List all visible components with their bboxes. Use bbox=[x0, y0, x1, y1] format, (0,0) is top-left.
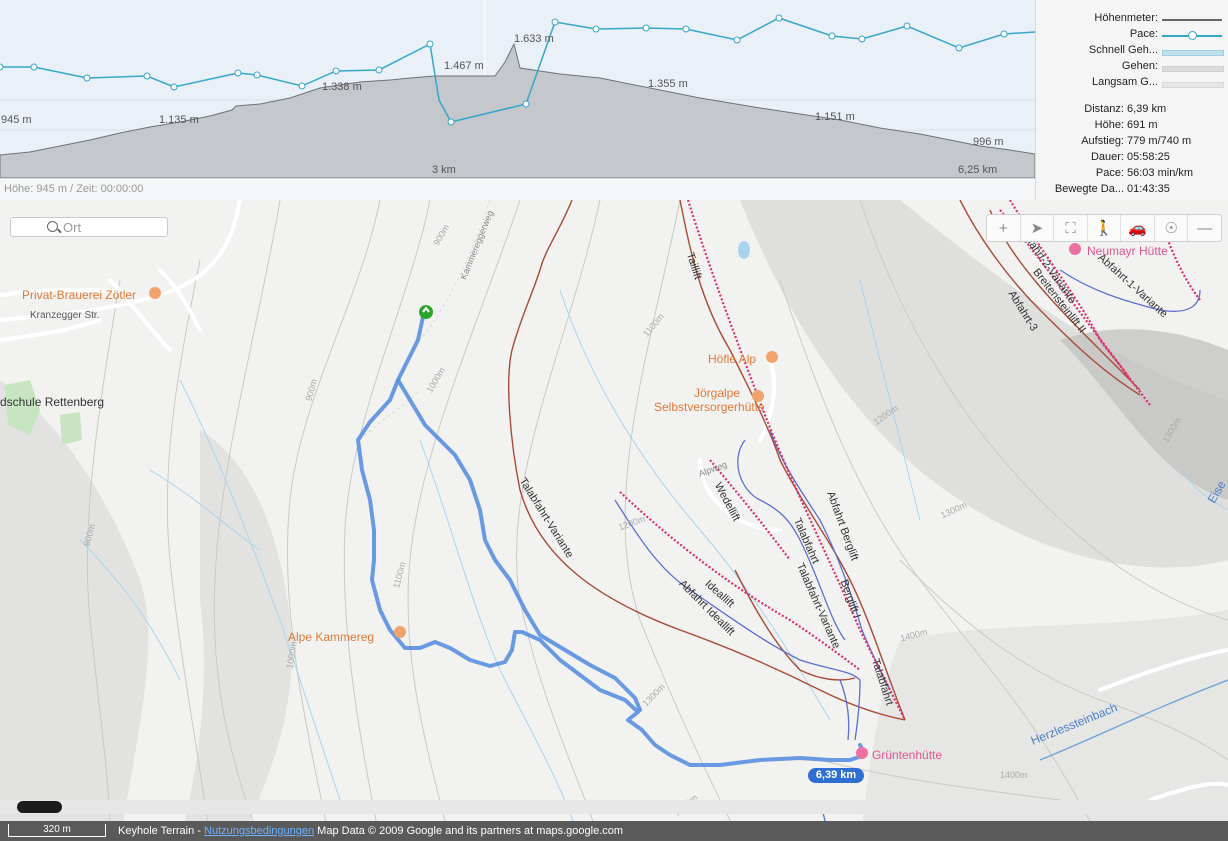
terms-link[interactable]: Nutzungsbedingungen bbox=[204, 825, 314, 837]
km-label: 6,25 km bbox=[958, 164, 998, 176]
fullscreen-icon[interactable]: ⛶ bbox=[1054, 215, 1088, 241]
peak-label: 1.467 m bbox=[444, 60, 484, 72]
km-label: 3 km bbox=[432, 164, 456, 176]
legend-label: Gehen: bbox=[1121, 60, 1158, 72]
peak-label: 1.355 m bbox=[648, 78, 688, 90]
terrain-shade bbox=[180, 430, 292, 841]
peak-label: 1.151 m bbox=[815, 111, 855, 123]
profile-status: Höhe: 945 m / Zeit: 00:00:00 bbox=[0, 178, 1035, 200]
legend-label: Langsam G... bbox=[1091, 76, 1158, 88]
car-icon[interactable]: 🚗 bbox=[1121, 215, 1155, 241]
stat-value: 05:58:25 bbox=[1127, 151, 1170, 163]
place-label[interactable]: Jörgalpe bbox=[694, 386, 740, 400]
globe-pin-icon[interactable]: ☉ bbox=[1155, 215, 1189, 241]
stat-row: Aufstieg: 779 m/740 m bbox=[1036, 135, 1228, 151]
map-view[interactable]: Privat-Brauerei Zötler dschule Rettenber… bbox=[0, 200, 1228, 841]
stat-label: Pace: bbox=[1095, 167, 1124, 179]
elevation-area bbox=[0, 42, 1035, 178]
place-label[interactable]: Grüntenhütte bbox=[872, 748, 942, 762]
stat-label: Höhe: bbox=[1094, 119, 1124, 131]
legend-row[interactable]: Gehen: bbox=[1036, 60, 1228, 76]
legend-swatch bbox=[1162, 50, 1224, 56]
stat-row: Dauer: 05:58:25 bbox=[1036, 151, 1228, 167]
legend-label: Pace: bbox=[1129, 28, 1158, 40]
horizontal-scrollbar[interactable] bbox=[0, 800, 1228, 814]
legend-label: Höhenmeter: bbox=[1094, 12, 1158, 24]
pace-dot-icon bbox=[1188, 31, 1197, 40]
scale-bar: 320 m bbox=[8, 824, 106, 837]
legend-row[interactable]: Schnell Geh... bbox=[1036, 44, 1228, 60]
legend-swatch bbox=[1162, 82, 1224, 88]
legend-row[interactable]: Langsam G... bbox=[1036, 76, 1228, 92]
place-label[interactable]: Selbstversorgerhütte bbox=[654, 400, 765, 414]
profile-chart bbox=[0, 0, 1035, 178]
stat-value: 01:43:35 bbox=[1127, 183, 1170, 195]
minus-icon[interactable]: — bbox=[1188, 215, 1221, 241]
terrain-shade bbox=[0, 380, 149, 841]
place-label[interactable]: dschule Rettenberg bbox=[0, 395, 104, 409]
legend-row[interactable]: Pace: bbox=[1036, 28, 1228, 44]
stat-row: Höhe: 691 m bbox=[1036, 119, 1228, 135]
elevation-profile[interactable]: 945 m 1.135 m 1.338 m 1.467 m 1.633 m 1.… bbox=[0, 0, 1035, 178]
distance-badge: 6,39 km bbox=[808, 768, 864, 783]
peak-label: 945 m bbox=[1, 114, 32, 126]
place-label[interactable]: Alpe Kammereg bbox=[288, 630, 374, 644]
plus-icon[interactable]: + bbox=[987, 215, 1021, 241]
search-input[interactable] bbox=[63, 219, 163, 235]
legend-swatch bbox=[1162, 66, 1224, 72]
stat-row: Distanz: 6,39 km bbox=[1036, 103, 1228, 119]
scrollbar-thumb[interactable] bbox=[17, 801, 62, 813]
attribution-prefix: Keyhole Terrain - bbox=[118, 825, 205, 837]
paths bbox=[359, 200, 491, 441]
legend-stats-panel: Höhenmeter: Pace: Schnell Geh... Gehen: … bbox=[1035, 0, 1228, 200]
peak-label: 1.338 m bbox=[322, 81, 362, 93]
stat-row: Pace: 56:03 min/km bbox=[1036, 167, 1228, 183]
contour-label: 1400m bbox=[1000, 770, 1028, 780]
green-area bbox=[60, 412, 82, 445]
legend-swatch bbox=[1162, 19, 1222, 21]
attribution-bar: 320 m Keyhole Terrain - Nutzungsbedingun… bbox=[0, 821, 1228, 841]
locate-arrow-icon[interactable]: ➤ bbox=[1021, 215, 1055, 241]
place-label[interactable]: Höfle Alp bbox=[708, 352, 756, 366]
street-label: Kranzegger Str. bbox=[30, 310, 100, 321]
stat-row: Bewegte Da... 01:43:35 bbox=[1036, 183, 1228, 199]
pond bbox=[738, 241, 750, 259]
place-label[interactable]: Privat-Brauerei Zötler bbox=[22, 288, 136, 302]
peak-label: 1.135 m bbox=[159, 114, 199, 126]
search-icon bbox=[47, 221, 58, 232]
gps-track-return bbox=[396, 378, 642, 712]
stat-label: Distanz: bbox=[1084, 103, 1124, 115]
attribution-text: Keyhole Terrain - Nutzungsbedingungen Ma… bbox=[118, 821, 623, 841]
stat-label: Aufstieg: bbox=[1081, 135, 1124, 147]
search-icon-handle bbox=[57, 228, 62, 234]
location-search[interactable] bbox=[10, 217, 168, 237]
map-toolbar: + ➤ ⛶ 🚶 🚗 ☉ — bbox=[986, 214, 1222, 242]
stat-value: 6,39 km bbox=[1127, 103, 1167, 115]
stat-value: 779 m/740 m bbox=[1127, 135, 1192, 147]
attribution-suffix: Map Data © 2009 Google and its partners … bbox=[314, 825, 624, 837]
legend-label: Schnell Geh... bbox=[1088, 44, 1158, 56]
peak-label: 1.633 m bbox=[514, 33, 554, 45]
legend-row[interactable]: Höhenmeter: bbox=[1036, 12, 1228, 28]
stat-value: 691 m bbox=[1127, 119, 1158, 131]
walk-icon[interactable]: 🚶 bbox=[1088, 215, 1122, 241]
peak-label: 996 m bbox=[973, 136, 1004, 148]
stat-label: Bewegte Da... bbox=[1054, 183, 1124, 195]
stat-label: Dauer: bbox=[1090, 151, 1124, 163]
stat-value: 56:03 min/km bbox=[1127, 167, 1194, 179]
map-canvas bbox=[0, 200, 1228, 841]
